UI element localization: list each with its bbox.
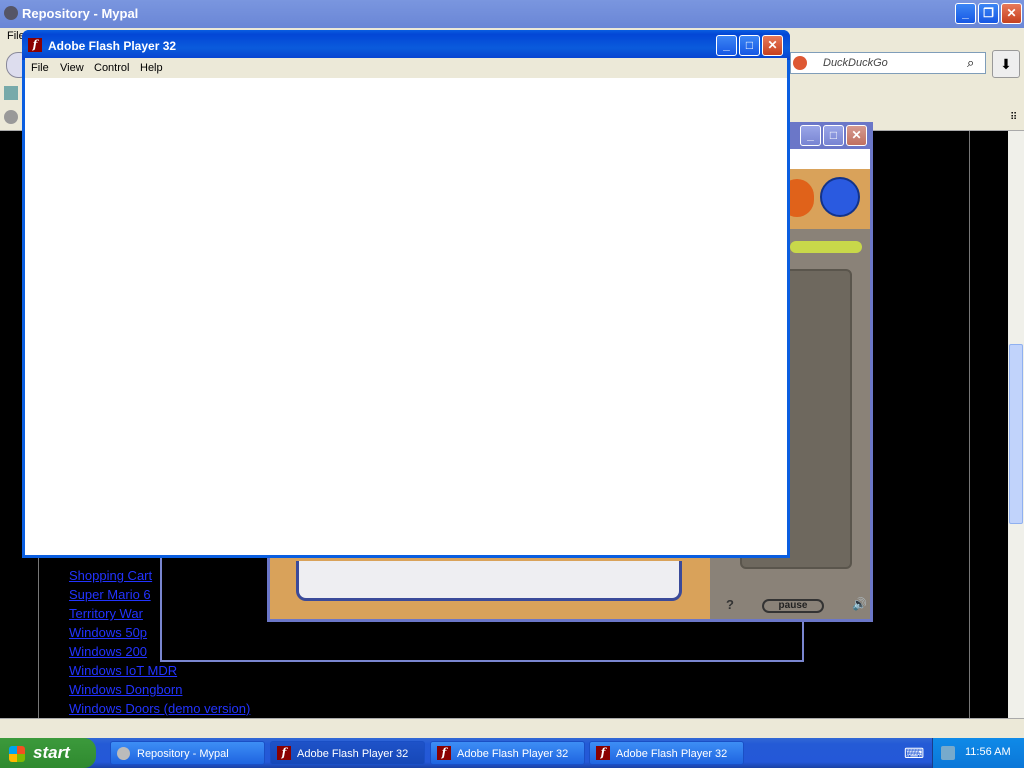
flash-task-icon: f	[277, 746, 291, 760]
clock[interactable]: 11:56 AM	[965, 746, 1011, 758]
link-windows-dongborn[interactable]: Windows Dongborn	[69, 682, 182, 697]
flash-title: Adobe Flash Player 32	[48, 39, 177, 53]
link-territory-war[interactable]: Territory War	[69, 606, 143, 621]
help-icon[interactable]: ?	[726, 597, 734, 612]
duckduckgo-icon	[793, 56, 807, 70]
browser-close-button[interactable]: ✕	[1001, 3, 1022, 24]
link-windows-iot[interactable]: Windows IoT MDR	[69, 663, 177, 678]
tab-list-icon[interactable]: ⠿	[1010, 112, 1017, 123]
flash-app-icon: f	[28, 38, 42, 52]
pause-label: pause	[778, 600, 808, 611]
flash-task-icon: f	[596, 746, 610, 760]
search-field[interactable]: DuckDuckGo ⌕	[790, 52, 986, 74]
flash-menu-file[interactable]: File	[31, 62, 49, 74]
scroll-thumb[interactable]	[1009, 344, 1023, 524]
flash-menu-view[interactable]: View	[60, 62, 84, 74]
link-windows-200[interactable]: Windows 200	[69, 644, 147, 659]
tab-icon[interactable]	[4, 110, 18, 124]
game-tray	[296, 561, 682, 601]
task-label: Adobe Flash Player 32	[457, 748, 569, 760]
start-button[interactable]: start	[0, 738, 96, 768]
flash-window[interactable]: f Adobe Flash Player 32 _ □ ✕	[22, 30, 790, 558]
windows-logo-icon	[9, 746, 25, 762]
game-progress-bar	[790, 241, 862, 253]
task-button-flash-2[interactable]: f Adobe Flash Player 32	[430, 741, 585, 765]
flash-menu-help[interactable]: Help	[140, 62, 163, 74]
browser-scrollbar[interactable]	[1008, 131, 1024, 718]
flash-menu-control[interactable]: Control	[94, 62, 129, 74]
browser-restore-button[interactable]: ❐	[978, 3, 999, 24]
wrench-icon[interactable]	[820, 177, 860, 217]
link-windows-50p[interactable]: Windows 50p	[69, 625, 147, 640]
game-minimize-button[interactable]: _	[800, 125, 821, 146]
task-label: Repository - Mypal	[137, 748, 229, 760]
search-placeholder: DuckDuckGo	[823, 57, 888, 69]
browser-title: Repository - Mypal	[22, 6, 139, 21]
flash-close-button[interactable]: ✕	[762, 35, 783, 56]
download-button[interactable]: ⬇	[992, 50, 1020, 78]
game-close-button[interactable]: ✕	[846, 125, 867, 146]
link-super-mario[interactable]: Super Mario 6	[69, 587, 151, 602]
content-divider-right	[969, 131, 970, 718]
search-icon[interactable]: ⌕	[967, 55, 974, 71]
game-maximize-button[interactable]: □	[823, 125, 844, 146]
browser-titlebar: Repository - Mypal _ ❐ ✕	[0, 0, 1024, 28]
flash-maximize-button[interactable]: □	[739, 35, 760, 56]
browser-task-icon	[117, 747, 130, 760]
bookmark-icon[interactable]	[4, 86, 18, 100]
keyboard-icon[interactable]: ⌨	[904, 745, 924, 762]
task-button-browser[interactable]: Repository - Mypal	[110, 741, 265, 765]
task-button-flash-3[interactable]: f Adobe Flash Player 32	[589, 741, 744, 765]
flash-task-icon: f	[437, 746, 451, 760]
speaker-icon[interactable]: 🔊	[852, 597, 867, 611]
start-label: start	[33, 743, 70, 762]
task-label: Adobe Flash Player 32	[297, 748, 409, 760]
pause-button[interactable]: pause	[762, 599, 824, 613]
link-shopping-cart[interactable]: Shopping Cart	[69, 568, 152, 583]
link-windows-doors[interactable]: Windows Doors (demo version)	[69, 701, 250, 716]
system-tray: 11:56 AM	[932, 738, 1024, 768]
flash-stage[interactable]	[25, 78, 787, 555]
task-button-flash-1[interactable]: f Adobe Flash Player 32	[270, 741, 425, 765]
network-icon[interactable]	[941, 746, 955, 760]
task-label: Adobe Flash Player 32	[616, 748, 728, 760]
browser-minimize-button[interactable]: _	[955, 3, 976, 24]
flash-titlebar[interactable]: f Adobe Flash Player 32 _ □ ✕	[22, 30, 790, 60]
browser-app-icon	[4, 6, 18, 20]
flash-minimize-button[interactable]: _	[716, 35, 737, 56]
